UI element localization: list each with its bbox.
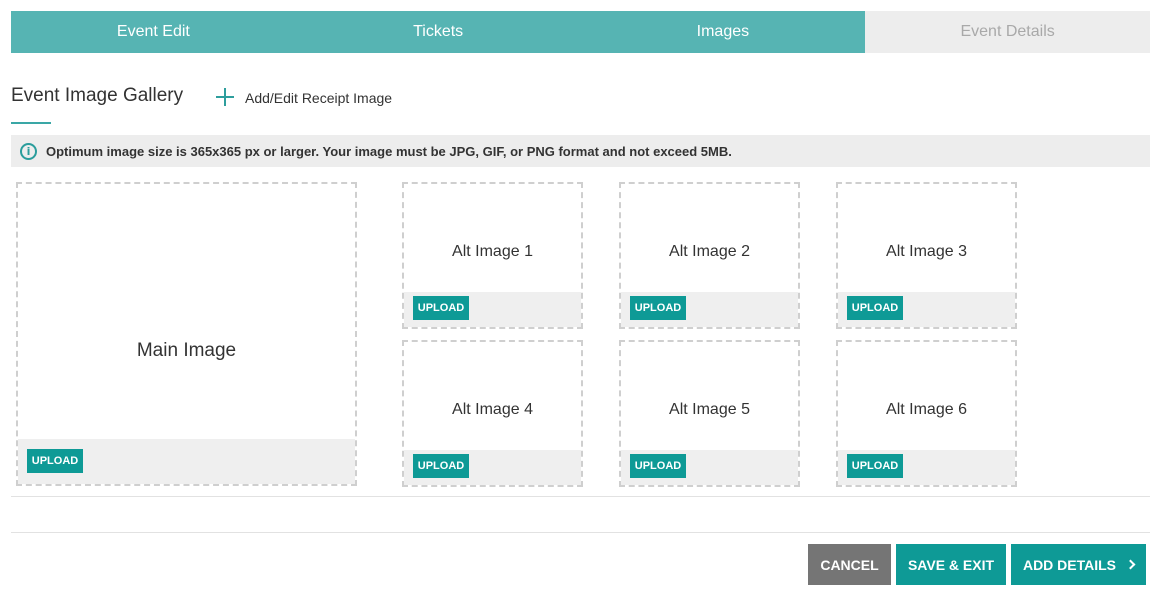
title-underline — [11, 122, 51, 124]
alt-image-footer: UPLOAD — [404, 450, 581, 485]
main-image-upload-button[interactable]: UPLOAD — [27, 449, 83, 473]
tab-event-details[interactable]: Event Details — [865, 11, 1150, 53]
alt-image-label: Alt Image 1 — [452, 243, 533, 260]
main-image-label: Main Image — [136, 340, 237, 361]
add-receipt-image-link[interactable]: Add/Edit Receipt Image — [216, 85, 392, 109]
page-title: Event Image Gallery — [11, 85, 184, 106]
main-image-footer: UPLOAD — [18, 439, 355, 484]
alt-image-5-upload-button[interactable]: UPLOAD — [630, 454, 686, 478]
info-banner: i Optimum image size is 365x365 px or la… — [11, 135, 1150, 167]
alt-image-2-upload-button[interactable]: UPLOAD — [630, 296, 686, 320]
add-details-button[interactable]: ADD DETAILS — [1011, 544, 1146, 585]
chevron-right-icon — [1125, 559, 1136, 570]
tab-images[interactable]: Images — [580, 11, 866, 53]
alt-image-6-upload-button[interactable]: UPLOAD — [847, 454, 903, 478]
info-text: Optimum image size is 365x365 px or larg… — [46, 143, 732, 159]
alt-image-slot-3: Alt Image 3 UPLOAD — [836, 182, 1017, 329]
divider — [11, 532, 1150, 533]
alt-image-footer: UPLOAD — [838, 292, 1015, 327]
alt-image-slot-6: Alt Image 6 UPLOAD — [836, 340, 1017, 487]
alt-image-slot-2: Alt Image 2 UPLOAD — [619, 182, 800, 329]
alt-image-label: Alt Image 4 — [452, 401, 533, 418]
cancel-button[interactable]: CANCEL — [808, 544, 891, 585]
alt-image-label: Alt Image 6 — [886, 401, 967, 418]
alt-image-footer: UPLOAD — [838, 450, 1015, 485]
add-receipt-label: Add/Edit Receipt Image — [245, 90, 393, 106]
alt-image-footer: UPLOAD — [621, 450, 798, 485]
alt-image-slot-1: Alt Image 1 UPLOAD — [402, 182, 583, 329]
alt-image-label: Alt Image 3 — [886, 243, 967, 260]
divider — [11, 496, 1150, 497]
save-exit-button[interactable]: SAVE & EXIT — [896, 544, 1006, 585]
alt-image-3-upload-button[interactable]: UPLOAD — [847, 296, 903, 320]
tab-bar: Event Edit Tickets Images Event Details — [11, 11, 1150, 53]
alt-image-footer: UPLOAD — [621, 292, 798, 327]
alt-image-4-upload-button[interactable]: UPLOAD — [413, 454, 469, 478]
alt-image-slot-4: Alt Image 4 UPLOAD — [402, 340, 583, 487]
alt-image-1-upload-button[interactable]: UPLOAD — [413, 296, 469, 320]
add-details-label: ADD DETAILS — [1022, 556, 1117, 573]
alt-image-slot-5: Alt Image 5 UPLOAD — [619, 340, 800, 487]
plus-icon — [216, 88, 234, 106]
tab-tickets[interactable]: Tickets — [295, 11, 581, 53]
tab-event-edit[interactable]: Event Edit — [11, 11, 296, 53]
alt-image-label: Alt Image 5 — [669, 401, 750, 418]
main-image-slot: Main Image UPLOAD — [16, 182, 357, 486]
info-icon: i — [20, 142, 37, 160]
alt-image-footer: UPLOAD — [404, 292, 581, 327]
alt-image-label: Alt Image 2 — [669, 243, 750, 260]
